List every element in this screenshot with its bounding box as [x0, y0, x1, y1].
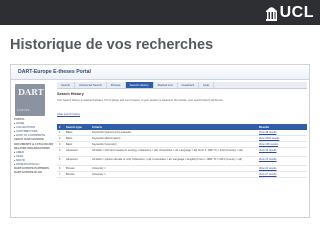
ucl-logo-text: UCL: [279, 4, 314, 21]
menu-tab[interactable]: Search: [57, 82, 76, 88]
portal-menu-bar: Search Advanced Search Browse Search Histor…: [57, 82, 307, 89]
dart-logo-subtext: EUROPE: [17, 109, 30, 112]
menu-tab[interactable]: Search History: [125, 82, 154, 88]
menu-tab[interactable]: Help: [199, 82, 215, 88]
row-criteria: University =: [90, 171, 257, 178]
clear-history-link[interactable]: Clear search history: [57, 113, 80, 116]
row-number: 7: [57, 171, 64, 178]
dart-logo-text: DART: [18, 87, 44, 97]
sidebar-item[interactable]: DART-EUROPE BLOG: [14, 171, 54, 175]
row-results-link[interactable]: View 27 results: [257, 171, 307, 178]
ucl-header-bar: UCL: [0, 0, 320, 25]
table-row: 7 Browse University = View 27 results: [57, 171, 307, 178]
row-number: 4: [57, 147, 64, 157]
table-row: 4 Advanced All fields = (fish and oceans) …: [57, 147, 307, 157]
portal-header: DART-Europe E-theses Portal: [11, 65, 309, 80]
portal-sidebar: PORTAL ▸ HOME ▸ COLLECTIONS ▸ CONTRIBUTORS ▸…: [14, 118, 54, 175]
ucl-logo: UCL: [265, 3, 314, 22]
menu-tab[interactable]: Feedback: [178, 82, 200, 88]
menu-tab[interactable]: Marked List: [154, 82, 178, 88]
dart-europe-logo[interactable]: DART EUROPE: [15, 84, 45, 116]
menu-tab[interactable]: Browse: [107, 82, 126, 88]
row-search-type: Advanced: [64, 156, 90, 166]
search-history-heading: Search History: [57, 92, 84, 96]
row-results-link[interactable]: View 15 results: [257, 156, 307, 166]
table-row: 5 Advanced All fields = (carbon dioxide or…: [57, 156, 307, 166]
search-history-table: # Search type Criteria Results 1 Basic Key…: [57, 124, 307, 178]
portal-title: DART-Europe E-theses Portal: [18, 69, 91, 75]
dome-icon: [265, 7, 277, 21]
search-history-content: Search History Your Search History is re…: [57, 92, 307, 178]
row-search-type: Advanced: [64, 147, 90, 157]
search-history-description: Your Search History is retained between …: [57, 99, 224, 102]
row-number: 5: [57, 156, 64, 166]
row-criteria: All fields = (carbon dioxide or co2) Col…: [90, 156, 257, 166]
row-results-link[interactable]: View 33 results: [257, 147, 307, 157]
embedded-screenshot: DART-Europe E-theses Portal DART EUROPE …: [10, 64, 310, 218]
row-criteria: All fields = (fish and oceans) in ecolog…: [90, 147, 257, 157]
menu-tab[interactable]: Advanced Search: [75, 82, 107, 88]
slide-title: Historique de vos recherches: [10, 37, 214, 53]
row-search-type: Browse: [64, 171, 90, 178]
